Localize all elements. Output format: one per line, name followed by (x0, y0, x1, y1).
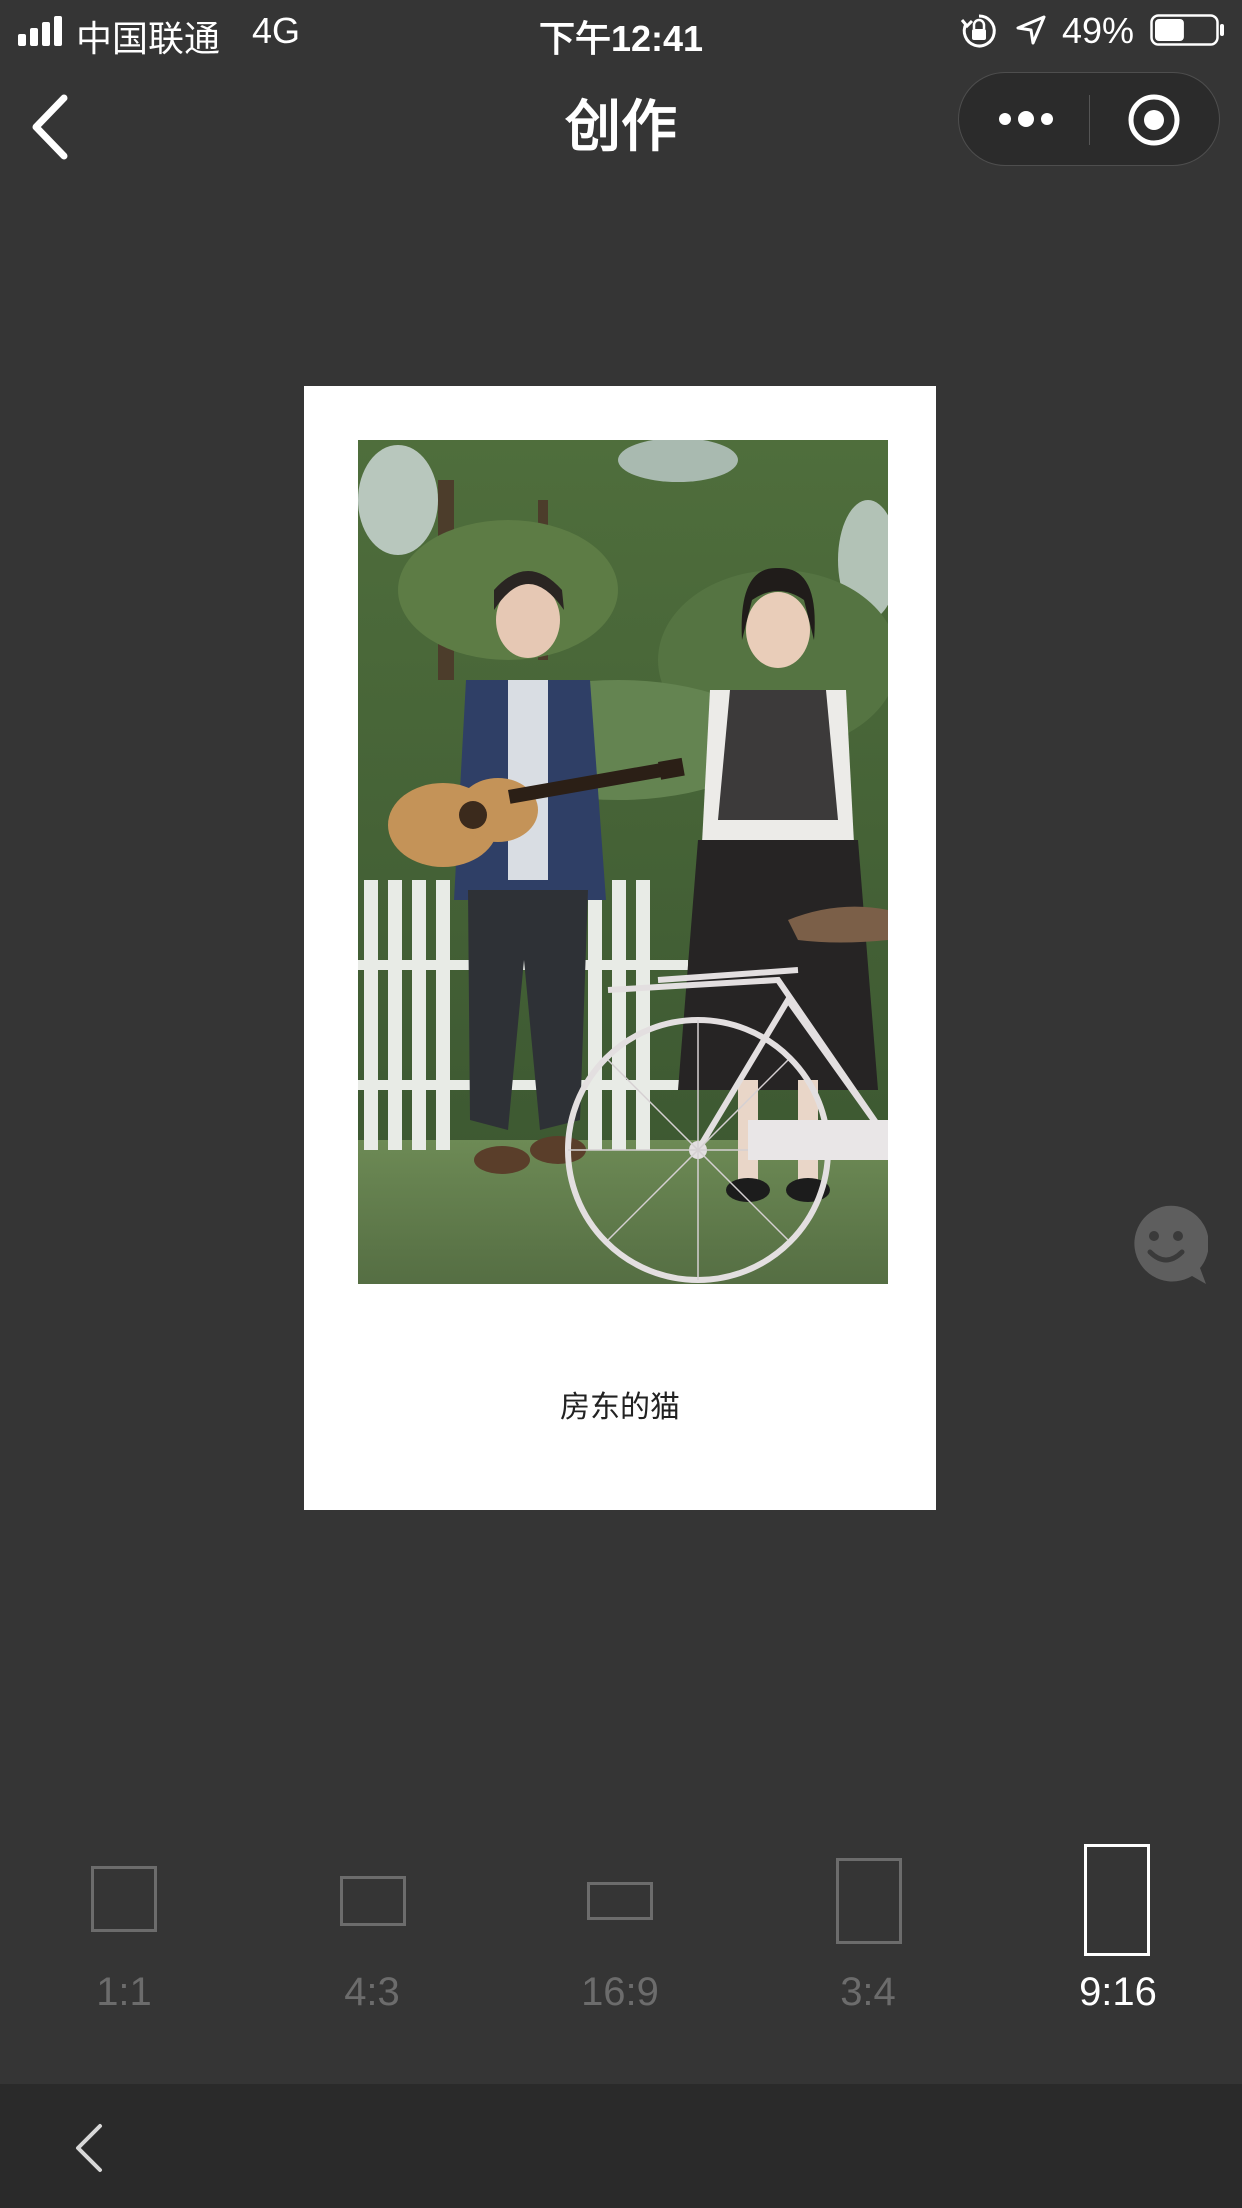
ratio-9-16-icon (1084, 1844, 1150, 1956)
back-chevron-icon[interactable] (70, 2120, 110, 2176)
status-time: 下午12:41 (538, 18, 704, 59)
ratio-1-1-icon (91, 1866, 157, 1932)
ratio-option-9-16[interactable]: 9:16 (994, 1830, 1242, 2030)
battery-percent: 49% (1062, 10, 1135, 51)
photo[interactable] (358, 440, 888, 1284)
ratio-16-9-icon (587, 1882, 653, 1920)
ratio-option-4-3[interactable]: 4:3 (248, 1830, 496, 2030)
target-icon[interactable] (1127, 93, 1181, 147)
bottom-toolbar (0, 2084, 1242, 2208)
ratio-4-3-icon (340, 1876, 406, 1926)
ratio-label: 4:3 (344, 1970, 400, 2014)
card-caption[interactable]: 房东的猫 (304, 1382, 936, 1426)
ratio-option-16-9[interactable]: 16:9 (496, 1830, 744, 2030)
ratio-label: 16:9 (581, 1970, 659, 2014)
ratio-3-4-icon (836, 1858, 902, 1944)
orientation-lock-icon (960, 14, 996, 48)
ratio-label: 1:1 (96, 1970, 152, 2014)
preview-card: 房东的猫 (304, 386, 936, 1510)
battery-icon (1150, 14, 1224, 46)
status-bar: 中国联通 4G 下午12:41 49% (0, 0, 1242, 60)
ratio-selector: 1:1 4:3 16:9 3:4 9:16 (0, 1830, 1242, 2030)
chat-smile-icon[interactable] (1126, 1204, 1208, 1286)
location-icon (1016, 15, 1046, 45)
more-icon[interactable] (997, 103, 1055, 135)
ratio-option-1-1[interactable]: 1:1 (0, 1830, 248, 2030)
menu-capsule (958, 72, 1220, 166)
capsule-divider (1089, 95, 1090, 145)
ratio-option-3-4[interactable]: 3:4 (744, 1830, 992, 2030)
ratio-label: 9:16 (1079, 1970, 1157, 2014)
ratio-label: 3:4 (840, 1970, 896, 2014)
